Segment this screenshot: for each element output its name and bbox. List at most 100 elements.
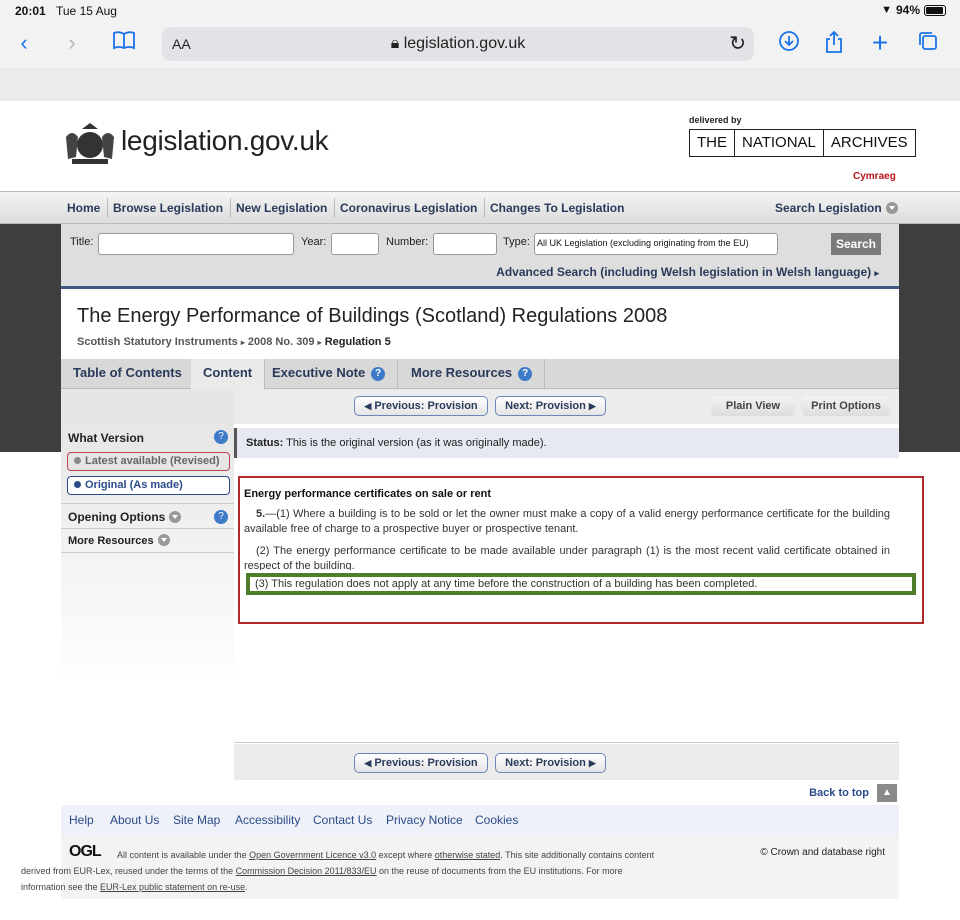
- previous-provision-button[interactable]: ◀ Previous: Provision: [354, 396, 488, 416]
- tab-executive-note-label: Executive Note: [272, 365, 366, 380]
- tab-table-of-contents[interactable]: Table of Contents: [61, 359, 195, 389]
- breadcrumb: Scottish Statutory Instruments ▸ 2008 No…: [77, 336, 391, 348]
- bookmarks-icon[interactable]: [110, 30, 138, 56]
- help-icon[interactable]: ?: [214, 430, 228, 444]
- url-value: legislation.gov.uk: [403, 35, 526, 52]
- nav-coronavirus-legislation[interactable]: Coronavirus Legislation: [340, 201, 477, 215]
- page-backdrop-right: [899, 224, 960, 452]
- help-icon[interactable]: ?: [518, 367, 533, 381]
- search-button[interactable]: Search: [831, 233, 881, 255]
- nav-browse-legislation[interactable]: Browse Legislation: [113, 201, 223, 215]
- archives-word-3: ARCHIVES: [830, 134, 908, 151]
- back-to-top-row: Back to top ▲: [234, 783, 899, 805]
- breadcrumb-item[interactable]: Scottish Statutory Instruments: [77, 336, 238, 348]
- nav-home[interactable]: Home: [67, 201, 100, 215]
- tabs-icon[interactable]: [914, 30, 942, 58]
- new-tab-icon[interactable]: +: [866, 29, 894, 57]
- chevron-up-icon: [885, 202, 898, 214]
- licence-text-part: derived from EUR-Lex, reused under the t…: [21, 866, 236, 876]
- breadcrumb-item[interactable]: 2008 No. 309: [248, 336, 315, 348]
- back-icon[interactable]: ‹: [10, 30, 38, 56]
- highlighted-paragraph: (3) This regulation does not apply at an…: [246, 573, 916, 595]
- previous-provision-button[interactable]: ◀ Previous: Provision: [354, 753, 488, 773]
- reload-icon[interactable]: ↻: [729, 31, 746, 56]
- type-select[interactable]: All UK Legislation (excluding originatin…: [534, 233, 778, 255]
- eur-lex-statement-link[interactable]: EUR-Lex public statement on re-use: [100, 882, 245, 892]
- next-provision-button[interactable]: Next: Provision ▶: [495, 753, 606, 773]
- previous-provision-label: Previous: Provision: [374, 757, 478, 769]
- royal-crest-icon[interactable]: [62, 119, 118, 165]
- type-label: Type:: [503, 236, 530, 248]
- plain-view-button[interactable]: Plain View: [711, 396, 795, 416]
- footer-link-accessibility[interactable]: Accessibility: [235, 813, 300, 827]
- nav-new-legislation[interactable]: New Legislation: [236, 201, 327, 215]
- back-to-top-link[interactable]: Back to top: [809, 787, 869, 799]
- national-archives-logo[interactable]: THE NATIONAL ARCHIVES: [689, 129, 916, 157]
- provision-nav-top: ◀ Previous: Provision Next: Provision ▶ …: [234, 389, 899, 424]
- tab-bar: Table of Contents Content Executive Note…: [61, 359, 899, 389]
- otherwise-stated-link[interactable]: otherwise stated: [435, 850, 501, 860]
- original-version-button[interactable]: Original (As made): [67, 476, 230, 495]
- tab-executive-note[interactable]: Executive Note?: [260, 359, 399, 389]
- search-legislation-label: Search Legislation: [775, 201, 882, 215]
- nav-changes-to-legislation[interactable]: Changes To Legislation: [490, 201, 624, 215]
- ogl-link[interactable]: Open Government Licence v3.0: [249, 850, 376, 860]
- commission-decision-link[interactable]: Commission Decision 2011/833/EU: [236, 866, 377, 876]
- next-provision-button[interactable]: Next: Provision ▶: [495, 396, 606, 416]
- tab-more-resources[interactable]: More Resources?: [399, 359, 546, 389]
- title-input[interactable]: [98, 233, 294, 255]
- more-resources-toggle[interactable]: More Resources: [68, 534, 170, 547]
- help-icon[interactable]: ?: [371, 367, 386, 381]
- help-icon[interactable]: ?: [214, 510, 228, 524]
- breadcrumb-arrow-icon: ▸: [317, 338, 322, 347]
- address-bar[interactable]: AA 🔒︎ legislation.gov.uk ↻: [162, 27, 754, 61]
- advanced-search-link[interactable]: Advanced Search (including Welsh legisla…: [496, 265, 879, 279]
- footer-link-privacy[interactable]: Privacy Notice: [386, 813, 463, 827]
- search-legislation-toggle[interactable]: Search Legislation: [775, 201, 898, 215]
- footer-link-contact[interactable]: Contact Us: [313, 813, 372, 827]
- status-text: This is the original version (as it was …: [286, 437, 547, 449]
- url-text[interactable]: 🔒︎ legislation.gov.uk: [162, 35, 754, 53]
- provision-nav-bottom: ◀ Previous: Provision Next: Provision ▶: [234, 744, 899, 780]
- latest-version-button[interactable]: Latest available (Revised): [67, 452, 230, 471]
- breadcrumb-current: Regulation 5: [324, 336, 391, 348]
- arrow-up-icon[interactable]: ▲: [877, 784, 897, 802]
- status-label: Status:: [246, 437, 284, 449]
- tab-content[interactable]: Content: [191, 359, 266, 389]
- sidebar-divider: [61, 528, 234, 529]
- next-provision-label: Next: Provision: [505, 400, 586, 412]
- original-version-label: Original (As made): [85, 479, 183, 491]
- year-input[interactable]: [331, 233, 379, 255]
- footer-link-sitemap[interactable]: Site Map: [173, 813, 220, 827]
- paragraph-1: 5.—(1) Where a building is to be sold or…: [244, 507, 890, 537]
- chevron-down-icon: [157, 534, 170, 546]
- battery-percent: 94%: [895, 3, 920, 17]
- latest-version-label: Latest available (Revised): [85, 455, 220, 467]
- licence-text-part: except where: [376, 850, 435, 860]
- number-input[interactable]: [433, 233, 497, 255]
- archives-word-1: THE: [690, 130, 735, 156]
- status-right: ▼ 94%: [881, 3, 946, 17]
- year-label: Year:: [301, 236, 327, 248]
- welsh-language-link[interactable]: Cymraeg: [853, 171, 896, 182]
- section-number: 5.: [256, 508, 266, 520]
- chevron-down-icon: [169, 511, 182, 523]
- advanced-search-label: Advanced Search (including Welsh legisla…: [496, 265, 872, 279]
- download-icon[interactable]: [775, 30, 803, 58]
- footer-link-help[interactable]: Help: [69, 813, 94, 827]
- delivered-by-label: delivered by: [689, 115, 742, 125]
- status-time: 20:01: [15, 4, 46, 18]
- footer-link-about[interactable]: About Us: [110, 813, 159, 827]
- nav-divider: [107, 198, 108, 218]
- radio-dot-icon: [74, 481, 81, 488]
- page-backdrop-left: [0, 224, 61, 452]
- site-logo-text[interactable]: legislation.gov.uk: [121, 125, 329, 157]
- footer-link-cookies[interactable]: Cookies: [475, 813, 518, 827]
- wifi-icon: ▼: [881, 4, 892, 16]
- print-options-button[interactable]: Print Options: [802, 396, 890, 416]
- triangle-left-icon: ◀: [364, 401, 372, 411]
- share-icon[interactable]: [820, 30, 848, 60]
- footer-links: Help About Us Site Map Accessibility Con…: [61, 805, 899, 835]
- forward-icon[interactable]: ›: [58, 30, 86, 56]
- opening-options-toggle[interactable]: Opening Options: [68, 510, 182, 524]
